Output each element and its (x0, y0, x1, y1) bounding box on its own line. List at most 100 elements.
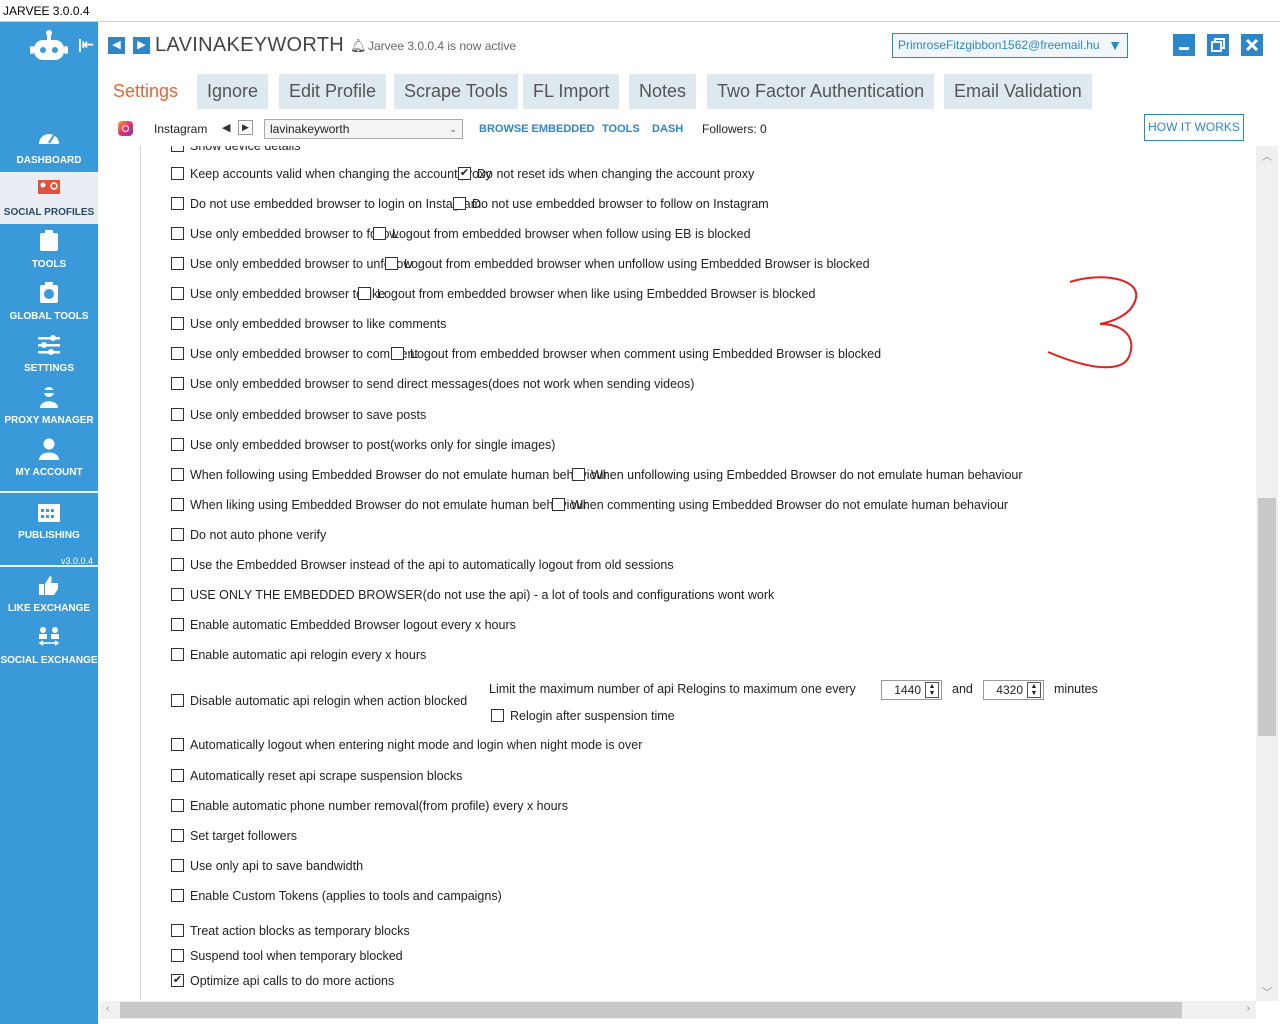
checkbox-label[interactable]: When unfollowing using Embedded Browser … (591, 466, 1023, 484)
collapse-sidebar-icon[interactable]: |⇤ (78, 36, 94, 53)
checkbox-label[interactable]: Logout from embedded browser when unfoll… (404, 255, 870, 273)
checkbox-label[interactable]: Logout from embedded browser when follow… (392, 225, 751, 243)
checkbox-label[interactable]: Set target followers (190, 827, 297, 845)
tools-link[interactable]: TOOLS (602, 123, 640, 135)
tab-two-factor-authentication[interactable]: Two Factor Authentication (707, 74, 935, 109)
scroll-up-icon[interactable]: ︿ (1262, 148, 1272, 163)
checkbox-label[interactable]: Use only api to save bandwidth (190, 857, 363, 875)
checkbox[interactable] (453, 197, 466, 210)
checkbox[interactable] (171, 588, 184, 601)
sidebar-item-publishing[interactable]: PUBLISHING (0, 495, 98, 547)
jarvee-robot-logo[interactable] (30, 30, 68, 64)
sidebar-item-social-exchange[interactable]: SOCIAL EXCHANGE (0, 620, 98, 672)
sidebar-item-settings[interactable]: SETTINGS (0, 328, 98, 380)
checkbox[interactable] (171, 257, 184, 270)
checkbox-label[interactable]: When liking using Embedded Browser do no… (190, 496, 587, 514)
scroll-right-icon[interactable]: › (1247, 1003, 1250, 1014)
checkbox-label[interactable]: When commenting using Embedded Browser d… (571, 496, 1008, 514)
checkbox[interactable] (171, 924, 184, 937)
checkbox-label[interactable]: Enable automatic Embedded Browser logout… (190, 616, 516, 634)
checkbox-label[interactable]: Show device details (190, 146, 300, 155)
restore-button[interactable] (1207, 34, 1229, 56)
how-it-works-button[interactable]: HOW IT WORKS (1144, 114, 1244, 141)
checkbox[interactable] (171, 648, 184, 661)
horizontal-scrollbar[interactable]: ‹ › (100, 1001, 1256, 1019)
next-icon[interactable]: ▶ (238, 120, 253, 135)
checkbox-label[interactable]: Logout from embedded browser when commen… (410, 345, 881, 363)
account-select[interactable]: lavinakeyworth ⌄ (264, 119, 463, 139)
user-email-dropdown[interactable]: PrimroseFitzgibbon1562@freemail.hu ▼ (892, 33, 1128, 58)
checkbox-label[interactable]: Suspend tool when temporary blocked (190, 947, 403, 965)
checkbox-label[interactable]: Use only embedded browser to save posts (190, 406, 426, 424)
checkbox[interactable] (171, 799, 184, 812)
checkbox[interactable] (171, 528, 184, 541)
checkbox[interactable] (385, 257, 398, 270)
checkbox[interactable] (171, 287, 184, 300)
sidebar-item-like-exchange[interactable]: LIKE EXCHANGE (0, 568, 98, 620)
checkbox[interactable] (171, 859, 184, 872)
checkbox[interactable] (171, 738, 184, 751)
close-button[interactable] (1241, 34, 1263, 56)
spinner-arrows-icon[interactable]: ▲ ▼ (1027, 682, 1041, 698)
checkbox[interactable] (572, 468, 585, 481)
checkbox[interactable] (171, 377, 184, 390)
checkbox[interactable] (171, 498, 184, 511)
tab-scrape-tools[interactable]: Scrape Tools (394, 74, 518, 109)
checkbox-label[interactable]: Enable Custom Tokens (applies to tools a… (190, 887, 502, 905)
checkbox[interactable] (171, 889, 184, 902)
checkbox[interactable] (171, 949, 184, 962)
tab-settings[interactable]: Settings (103, 74, 189, 109)
vertical-scrollbar[interactable]: ︿ ﹀ (1256, 146, 1278, 1001)
checkbox-label[interactable]: Treat action blocks as temporary blocks (190, 922, 410, 940)
checkbox-label[interactable]: Do not reset ids when changing the accou… (477, 165, 754, 183)
checkbox-label[interactable]: Relogin after suspension time (510, 707, 675, 725)
browse-embedded-link[interactable]: BROWSE EMBEDDED (479, 123, 595, 135)
next-account-arrow-icon[interactable]: ▶ (133, 37, 150, 54)
checkbox-label[interactable]: Enable automatic api relogin every x hou… (190, 646, 426, 664)
checkbox-label[interactable]: Automatically reset api scrape suspensio… (190, 767, 462, 785)
checkbox-label[interactable]: Use only embedded browser to unfollow (190, 255, 412, 273)
relogin-max-input[interactable]: 4320 ▲ ▼ (983, 680, 1044, 700)
checkbox-label[interactable]: Use only embedded browser to post(works … (190, 436, 555, 454)
checkbox[interactable] (171, 438, 184, 451)
sidebar-item-global-tools[interactable]: GLOBAL TOOLS (0, 276, 98, 328)
spinner-arrows-icon[interactable]: ▲ ▼ (925, 682, 939, 698)
tab-fl-import[interactable]: FL Import (523, 74, 620, 109)
horizontal-scroll-thumb[interactable] (120, 1002, 1182, 1018)
relogin-min-input[interactable]: 1440 ▲ ▼ (881, 680, 942, 700)
checkbox[interactable] (171, 618, 184, 631)
checkbox[interactable] (171, 408, 184, 421)
checkbox[interactable]: ✔ (171, 974, 184, 987)
checkbox[interactable] (552, 498, 565, 511)
checkbox-label[interactable]: Disable automatic api relogin when actio… (190, 692, 467, 710)
checkbox-label[interactable]: Do not use embedded browser to login on … (190, 195, 481, 213)
sidebar-item-my-account[interactable]: MY ACCOUNT (0, 432, 98, 484)
checkbox-label[interactable]: Do not auto phone verify (190, 526, 326, 544)
vertical-scroll-thumb[interactable] (1258, 498, 1276, 736)
sidebar-item-tools[interactable]: TOOLS (0, 224, 98, 276)
scroll-left-icon[interactable]: ‹ (106, 1003, 109, 1014)
sidebar-item-social-profiles[interactable]: SOCIAL PROFILES (0, 172, 98, 224)
checkbox-label[interactable]: Use only embedded browser to like (190, 285, 385, 303)
dash-link[interactable]: DASH (652, 123, 683, 135)
checkbox-label[interactable]: Use only embedded browser to like commen… (190, 315, 446, 333)
checkbox[interactable] (171, 694, 184, 707)
checkbox-label[interactable]: Do not use embedded browser to follow on… (472, 195, 769, 213)
checkbox[interactable] (373, 227, 386, 240)
checkbox-label[interactable]: Use only embedded browser to comment (190, 345, 418, 363)
checkbox[interactable] (171, 347, 184, 360)
previous-account-arrow-icon[interactable]: ◀ (108, 37, 125, 54)
checkbox-label[interactable]: Keep accounts valid when changing the ac… (190, 165, 492, 183)
sidebar-item-proxy-manager[interactable]: PROXY MANAGER (0, 380, 98, 432)
checkbox[interactable] (171, 769, 184, 782)
tab-email-validation[interactable]: Email Validation (944, 74, 1092, 109)
checkbox[interactable] (171, 558, 184, 571)
sidebar-item-dashboard[interactable]: DASHBOARD (0, 120, 98, 172)
checkbox[interactable] (171, 227, 184, 240)
previous-icon[interactable]: ◀ (222, 121, 230, 134)
checkbox[interactable]: ✔ (458, 167, 471, 180)
checkbox[interactable] (391, 347, 404, 360)
scroll-down-icon[interactable]: ﹀ (1262, 984, 1272, 999)
checkbox-label[interactable]: Use only embedded browser to follow (190, 225, 398, 243)
minimize-button[interactable] (1173, 34, 1195, 56)
